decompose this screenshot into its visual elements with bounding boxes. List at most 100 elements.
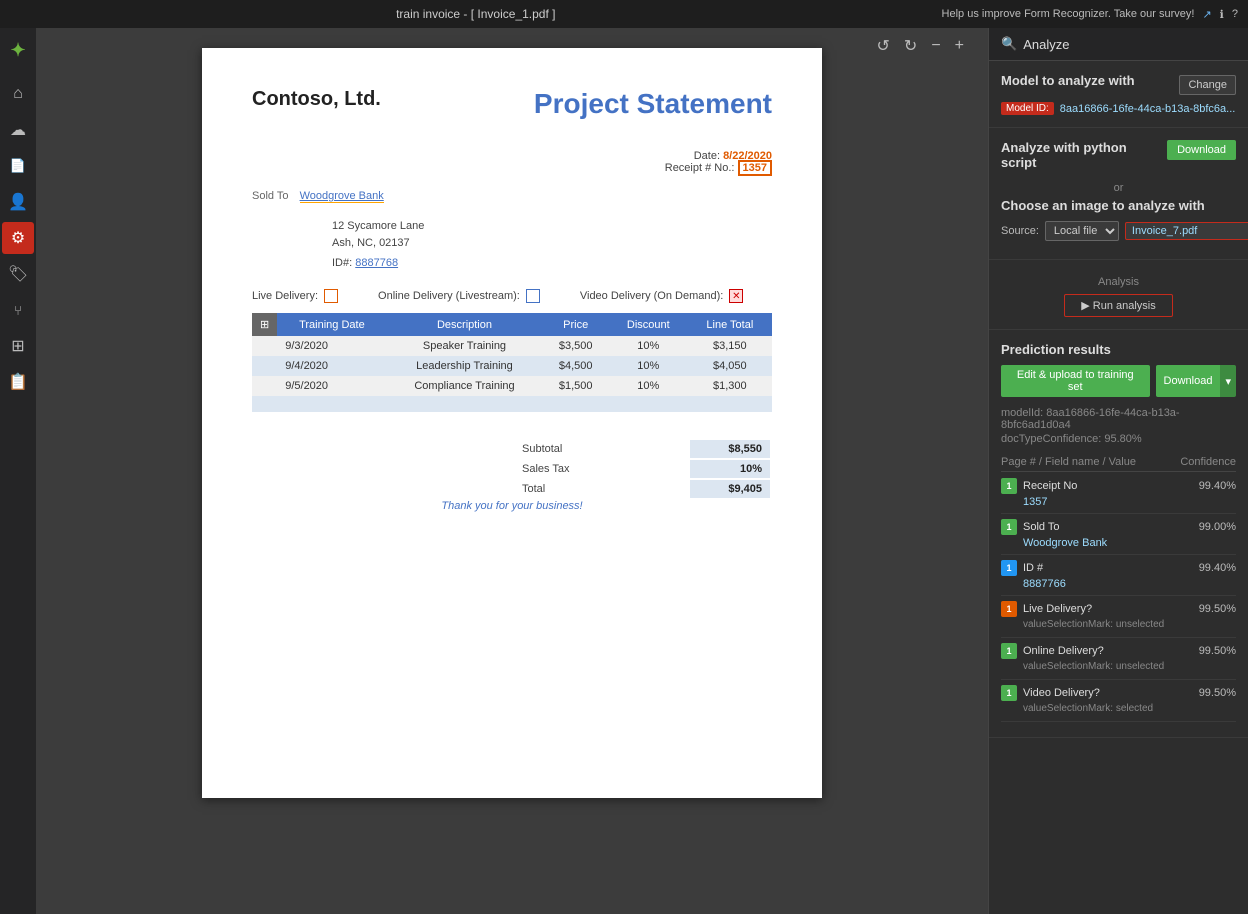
source-file-input[interactable] [1125, 222, 1248, 240]
download-split-button: Download ▾ [1156, 365, 1236, 397]
edit-upload-button[interactable]: Edit & upload to training set [1001, 365, 1150, 397]
pred-field-online: Online Delivery? [1023, 645, 1193, 657]
panel-title: Analyze [1023, 37, 1069, 52]
doc-toolbar: ↺ ↻ − + [873, 34, 969, 58]
invoice-title: Project Statement [534, 88, 772, 120]
sales-tax-row: Sales Tax 10% [514, 460, 770, 478]
sidebar-item-ocr[interactable]: 📄 [2, 150, 34, 182]
invoice-table: ⊞ Training Date Description Price Discou… [252, 313, 772, 412]
pred-field-live: Live Delivery? [1023, 603, 1193, 615]
prediction-buttons: Edit & upload to training set Download ▾ [1001, 365, 1236, 397]
company-name: Contoso, Ltd. [252, 88, 381, 111]
table-row-empty [252, 396, 772, 412]
source-row: Source: Local file [1001, 221, 1236, 241]
table-row: 9/5/2020 Compliance Training $1,500 10% … [252, 376, 772, 396]
pred-row-id: 1 ID # 99.40% 8887766 [1001, 558, 1236, 596]
table-header-price: Price [542, 313, 609, 336]
right-panel: 🔍 Analyze Model to analyze with Change M… [988, 28, 1248, 914]
total-value: $9,405 [690, 480, 770, 498]
sales-tax-value: 10% [690, 460, 770, 478]
table-header-line-total: Line Total [688, 313, 772, 336]
topbar: train invoice - [ Invoice_1.pdf ] Help u… [0, 0, 1248, 28]
video-delivery-label: Video Delivery (On Demand): [580, 290, 723, 302]
live-delivery-label: Live Delivery: [252, 290, 318, 302]
pred-value-sold-to: Woodgrove Bank [1001, 537, 1236, 549]
pred-value-online: valueSelectionMark: unselected [1001, 661, 1236, 672]
refresh-button[interactable]: ↺ [873, 34, 894, 58]
pred-badge-id: 1 [1001, 560, 1017, 576]
model-id-row: Model ID: 8aa16866-16fe-44ca-b13a-8bfc6a… [1001, 102, 1236, 115]
sidebar-item-grid[interactable]: ⊞ [2, 330, 34, 362]
live-delivery-checkbox[interactable] [324, 289, 338, 303]
pred-badge-online: 1 [1001, 643, 1017, 659]
analysis-label: Analysis [1001, 272, 1236, 288]
download-caret-button[interactable]: ▾ [1220, 365, 1236, 397]
run-analysis-button[interactable]: ▶ Run analysis [1064, 294, 1173, 317]
sidebar-item-document[interactable]: 📋 [2, 366, 34, 398]
sidebar: ✦ ⌂ ☁ 📄 👤 ⚙ 🏷 ⑂ ⊞ 📋 [0, 28, 36, 914]
pred-doc-type-value: 95.80% [1104, 433, 1141, 445]
table-row: 9/4/2020 Leadership Training $4,500 10% … [252, 356, 772, 376]
table-header-training-date: Training Date [277, 313, 386, 336]
invoice-id: ID#: 8887768 [332, 257, 772, 269]
sidebar-item-settings[interactable]: ⚙ [2, 222, 34, 254]
table-header-discount: Discount [609, 313, 688, 336]
live-delivery: Live Delivery: [252, 289, 338, 303]
online-delivery: Online Delivery (Livestream): [378, 289, 540, 303]
prediction-title: Prediction results [1001, 342, 1236, 357]
download-main-button[interactable]: Download [1156, 365, 1221, 397]
info-icon[interactable]: ℹ [1220, 8, 1224, 21]
subtotal-label: Subtotal [514, 440, 688, 458]
model-section: Model to analyze with Change Model ID: 8… [989, 61, 1248, 128]
pred-row-video-delivery: 1 Video Delivery? 99.50% valueSelectionM… [1001, 683, 1236, 722]
pred-confidence-sold-to: 99.00% [1199, 521, 1236, 533]
pred-confidence-live: 99.50% [1199, 603, 1236, 615]
pred-badge-video: 1 [1001, 685, 1017, 701]
pred-field-id: ID # [1023, 562, 1193, 574]
model-title-row: Model to analyze with Change [1001, 73, 1236, 96]
pred-value-live: valueSelectionMark: unselected [1001, 619, 1236, 630]
pred-value-id: 8887766 [1001, 578, 1236, 590]
pred-value-video: valueSelectionMark: selected [1001, 703, 1236, 714]
topbar-right: Help us improve Form Recognizer. Take ou… [942, 8, 1238, 21]
table-header-description: Description [387, 313, 543, 336]
id-value: 8887768 [355, 257, 398, 269]
pred-field-receipt: Receipt No [1023, 480, 1193, 492]
delivery-section: Live Delivery: Online Delivery (Livestre… [252, 289, 772, 303]
change-button[interactable]: Change [1179, 75, 1236, 95]
pred-badge-live: 1 [1001, 601, 1017, 617]
thank-you-text: Thank you for your business! [252, 500, 772, 512]
sold-to-section: Sold To Woodgrove Bank [252, 190, 772, 202]
model-id-label: Model ID: [1001, 102, 1054, 115]
panel-header: 🔍 Analyze [989, 28, 1248, 61]
rotate-button[interactable]: ↻ [900, 34, 921, 58]
source-select[interactable]: Local file [1045, 221, 1119, 241]
app-logo: ✦ [2, 34, 34, 66]
online-delivery-checkbox[interactable] [526, 289, 540, 303]
sidebar-item-branch[interactable]: ⑂ [2, 294, 34, 326]
topbar-title: train invoice - [ Invoice_1.pdf ] [396, 7, 555, 21]
help-icon[interactable]: ? [1232, 8, 1238, 20]
sidebar-item-tag[interactable]: 🏷 [2, 258, 34, 290]
invoice-address: 12 Sycamore Lane Ash, NC, 02137 [332, 218, 772, 251]
external-link-icon: ↗ [1202, 8, 1211, 21]
zoom-in-button[interactable]: + [951, 35, 968, 57]
python-download-button[interactable]: Download [1167, 140, 1236, 160]
subtotal-row: Subtotal $8,550 [514, 440, 770, 458]
pred-col2-header: Confidence [1180, 456, 1236, 468]
sidebar-item-people[interactable]: 👤 [2, 186, 34, 218]
sidebar-item-connections[interactable]: ☁ [2, 114, 34, 146]
pred-row-sold-to: 1 Sold To 99.00% Woodgrove Bank [1001, 517, 1236, 555]
source-label: Source: [1001, 225, 1039, 237]
pred-doc-type: docTypeConfidence: 95.80% [1001, 433, 1236, 445]
zoom-out-button[interactable]: − [927, 35, 944, 57]
address-line2: Ash, NC, 02137 [332, 235, 772, 252]
prediction-section: Prediction results Edit & upload to trai… [989, 330, 1248, 738]
sidebar-item-home[interactable]: ⌂ [2, 78, 34, 110]
online-delivery-label: Online Delivery (Livestream): [378, 290, 520, 302]
sales-tax-label: Sales Tax [514, 460, 688, 478]
pred-confidence-online: 99.50% [1199, 645, 1236, 657]
video-delivery-checkbox[interactable]: ✕ [729, 289, 743, 303]
id-label: ID#: [332, 257, 352, 269]
sold-to-label: Sold To [252, 190, 289, 202]
